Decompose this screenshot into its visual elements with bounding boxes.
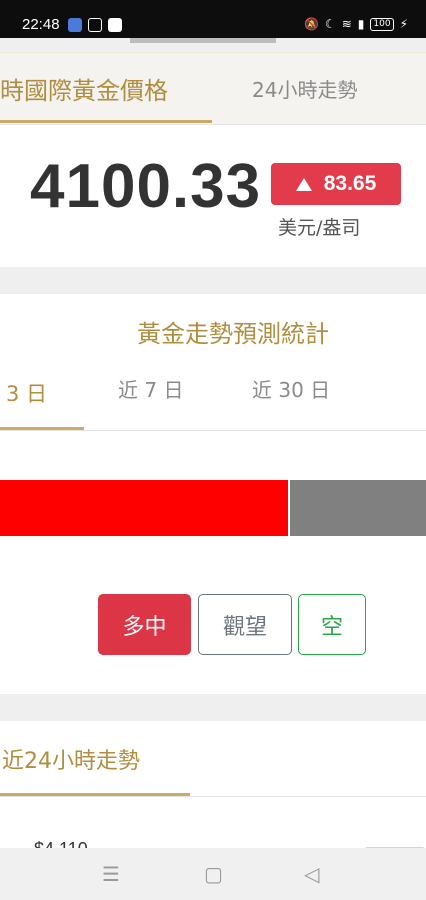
notification-calendar-icon bbox=[88, 18, 102, 32]
trend-divider bbox=[0, 796, 426, 797]
trend-card: 近24小時走勢 $4,110 bbox=[0, 721, 426, 848]
moon-icon: ☾ bbox=[324, 17, 336, 31]
battery-icon: 100 bbox=[370, 17, 394, 31]
long-share-bar bbox=[0, 480, 288, 536]
notification-app-icon bbox=[68, 18, 82, 32]
neutral-share-bar bbox=[290, 480, 426, 536]
charging-icon: ⚡ bbox=[399, 17, 408, 31]
trend-title[interactable]: 近24小時走勢 bbox=[2, 743, 140, 775]
status-bar: 22:48 🔕 ☾ ≋ ▮ 100 ⚡ bbox=[0, 0, 426, 38]
status-right: 🔕 ☾ ≋ ▮ 100 ⚡ bbox=[304, 17, 408, 31]
price-unit: 美元/盎司 bbox=[278, 217, 361, 239]
forecast-title: 黃金走勢預測統計 bbox=[137, 320, 329, 348]
up-triangle-icon bbox=[295, 177, 312, 191]
long-button[interactable]: 多中 bbox=[98, 594, 191, 655]
back-icon[interactable]: ◁ bbox=[304, 862, 319, 886]
forecast-card: 黃金走勢預測統計 3 日 近 7 日 近 30 日 多中 觀望 空 bbox=[0, 294, 426, 694]
page-content: 時國際黃金價格 24小時走勢 4100.33 83.65 美元/盎司 黃金走勢預… bbox=[0, 43, 426, 848]
android-nav-bar: ☰ ▢ ◁ bbox=[0, 848, 426, 900]
tab-international-gold-price[interactable]: 時國際黃金價格 bbox=[0, 71, 168, 106]
price-change-value: 83.65 bbox=[323, 172, 377, 195]
price-card: 4100.33 83.65 美元/盎司 bbox=[0, 124, 426, 267]
period-tabs-divider bbox=[0, 430, 426, 431]
price-tabs: 時國際黃金價格 24小時走勢 bbox=[0, 52, 426, 124]
active-tab-underline bbox=[0, 120, 212, 123]
notification-pdf-icon bbox=[108, 18, 122, 32]
status-time: 22:48 bbox=[22, 16, 60, 33]
trend-price-axis-label: $4,110 bbox=[34, 839, 88, 848]
tab-period-7d[interactable]: 近 7 日 bbox=[118, 374, 183, 403]
tab-24h-trend[interactable]: 24小時走勢 bbox=[252, 74, 357, 103]
short-button[interactable]: 空 bbox=[298, 594, 366, 655]
mute-icon: 🔕 bbox=[303, 17, 319, 31]
tab-period-30d[interactable]: 近 30 日 bbox=[252, 374, 330, 403]
home-icon[interactable]: ▢ bbox=[204, 862, 223, 886]
watch-button[interactable]: 觀望 bbox=[198, 594, 292, 655]
signal-icon: ▮ bbox=[357, 17, 365, 31]
tab-period-3d[interactable]: 3 日 bbox=[6, 378, 47, 408]
gold-price-value: 4100.33 bbox=[30, 152, 262, 221]
menu-icon[interactable]: ☰ bbox=[102, 862, 120, 886]
price-change-badge: 83.65 bbox=[271, 163, 401, 205]
wifi-icon: ≋ bbox=[341, 17, 352, 31]
